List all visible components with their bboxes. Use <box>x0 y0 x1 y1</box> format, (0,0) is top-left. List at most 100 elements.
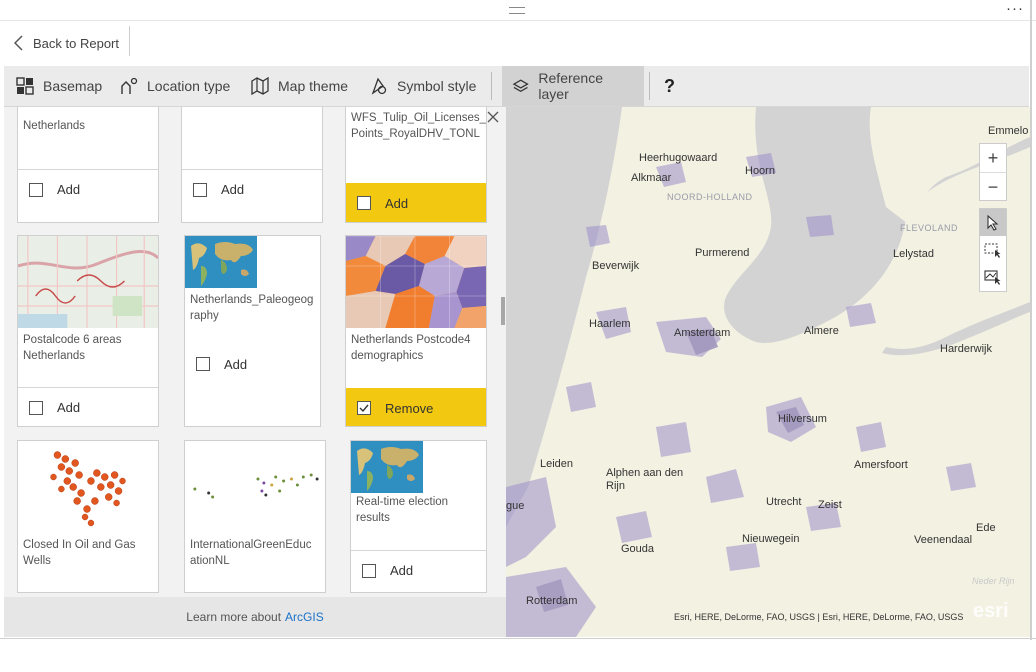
window-edge <box>1030 0 1032 640</box>
map-label-utrecht: Utrecht <box>766 496 802 508</box>
report-nav-bar: Back to Report <box>0 21 1036 65</box>
add-layer-toggle[interactable]: Add <box>182 169 322 209</box>
toolbar-divider <box>649 72 650 100</box>
layer-select-icon <box>984 269 1001 285</box>
map-label-almere: Almere <box>804 325 839 337</box>
map-label-purmerend: Purmerend <box>695 247 750 259</box>
map-label-hoorn: Hoorn <box>745 165 775 177</box>
map-label-hilversum: Hilversum <box>778 413 827 425</box>
layer-title: Netherlands_Paleogeog raphy <box>190 294 314 322</box>
action-label: Add <box>57 400 81 415</box>
action-label: Add <box>57 182 81 197</box>
close-panel-button[interactable] <box>486 110 500 129</box>
checkbox[interactable] <box>29 400 43 415</box>
reference-layer-label: Reference layer <box>538 70 603 102</box>
location-type-button[interactable]: Location type <box>120 66 230 106</box>
arcgis-link[interactable]: ArcGIS <box>285 610 324 624</box>
map-label-flevoland: FLEVOLAND <box>900 223 959 233</box>
layer-title: Netherlands Postcode4 demographics <box>351 334 471 362</box>
map-label-leiden: Leiden <box>540 458 574 470</box>
map-label-lelystad: Lelystad <box>893 248 934 260</box>
action-label: Add <box>385 195 409 211</box>
basemap-button[interactable]: Basemap <box>16 66 102 106</box>
footer-text: Learn more about <box>186 610 282 624</box>
pointer-select-button[interactable] <box>980 209 1006 236</box>
map-theme-label: Map theme <box>278 78 349 94</box>
map-theme-button[interactable]: Map theme <box>251 66 348 106</box>
map-label-heerhugowaard: Heerhugowaard <box>639 152 718 164</box>
checkbox[interactable] <box>193 182 207 197</box>
reference-layer-select-button[interactable] <box>980 263 1006 290</box>
green-education-thumbnail <box>185 441 325 533</box>
map-label-rotterdam: Rotterdam <box>526 595 578 607</box>
close-icon <box>487 111 499 123</box>
map-label-partial: gue <box>506 500 525 512</box>
postalcode-thumbnail <box>18 236 158 328</box>
layer-card[interactable]: Netherlands Add <box>17 107 159 223</box>
selection-tools <box>979 208 1007 292</box>
checkbox[interactable] <box>357 196 371 210</box>
remove-layer-toggle[interactable]: Remove <box>346 388 486 426</box>
map-label-alphen: Alphen aan den Rijn <box>606 467 684 492</box>
rectangle-select-button[interactable] <box>980 236 1006 263</box>
map-label-veenendaal: Veenendaal <box>914 534 973 546</box>
layer-card[interactable]: Closed In Oil and Gas Wells <box>17 440 159 593</box>
zoom-in-button[interactable]: + <box>980 144 1006 173</box>
divider <box>129 26 130 56</box>
checkbox[interactable] <box>29 182 43 197</box>
panel-scrollbar[interactable] <box>501 297 505 325</box>
layer-card[interactable]: Netherlands Postcode4 demographics Remov… <box>345 235 487 427</box>
layer-title: Postalcode 6 areas Netherlands <box>23 334 122 362</box>
action-label: Add <box>390 563 414 578</box>
action-label: Add <box>224 356 248 372</box>
symbol-style-icon <box>371 77 387 95</box>
world-map-thumbnail <box>351 441 423 493</box>
symbol-style-label: Symbol style <box>397 78 477 94</box>
checkbox[interactable] <box>196 357 210 371</box>
reference-layer-button[interactable]: Reference layer <box>502 66 644 106</box>
back-to-report-button[interactable]: Back to Report <box>14 31 119 55</box>
reference-layer-icon <box>512 79 529 93</box>
help-button[interactable]: ? <box>664 66 675 106</box>
map-attribution: Esri, HERE, DeLorme, FAO, USGS | Esri, H… <box>674 612 964 622</box>
drag-handle[interactable] <box>509 7 525 14</box>
layer-card[interactable]: Postalcode 6 areas Netherlands Add <box>17 235 159 427</box>
layer-card[interactable]: Real-time election results Add <box>350 440 487 593</box>
layer-title: Closed In Oil and Gas Wells <box>23 539 136 567</box>
map-label-zeist: Zeist <box>818 499 842 511</box>
map-label-alkmaar: Alkmaar <box>631 172 672 184</box>
add-layer-toggle[interactable]: Add <box>346 183 486 222</box>
action-label: Remove <box>385 400 434 416</box>
symbol-style-button[interactable]: Symbol style <box>370 66 476 106</box>
map-label-gouda: Gouda <box>621 543 655 555</box>
map-label-amsterdam: Amsterdam <box>674 327 731 339</box>
map-label-amersfoort: Amersfoort <box>854 459 908 471</box>
demographics-thumbnail <box>346 236 486 328</box>
reference-layer-panel: Netherlands Add Add WFS_Tulip_Oil_Licens… <box>4 107 506 637</box>
window-title-bar: ··· <box>0 0 1036 21</box>
add-layer-toggle[interactable]: Add <box>351 550 486 590</box>
add-layer-toggle[interactable]: Add <box>18 169 158 209</box>
more-options-icon[interactable]: ··· <box>1006 0 1024 17</box>
layer-card[interactable]: Add <box>181 107 323 223</box>
chevron-left-icon <box>14 35 23 51</box>
layer-card[interactable]: InternationalGreenEduc ationNL <box>184 440 326 593</box>
map-theme-icon <box>251 77 269 95</box>
checkmark-icon <box>359 404 369 413</box>
location-type-label: Location type <box>147 78 231 94</box>
map-label-harderwijk: Harderwijk <box>940 343 992 355</box>
action-label: Add <box>221 182 245 197</box>
map-view[interactable]: Heerhugowaard Hoorn Alkmaar NOORD-HOLLAN… <box>506 107 1030 637</box>
checkbox[interactable] <box>362 563 376 578</box>
layer-card[interactable]: WFS_Tulip_Oil_Licenses_ Points_RoyalDHV_… <box>345 107 487 223</box>
layer-title: InternationalGreenEduc ationNL <box>190 539 312 567</box>
panel-footer: Learn more about ArcGIS <box>4 597 506 637</box>
checkbox-checked[interactable] <box>357 401 371 415</box>
window-bottom-edge <box>0 638 1036 639</box>
location-type-icon <box>121 77 138 94</box>
zoom-out-button[interactable]: − <box>980 173 1006 201</box>
add-layer-toggle[interactable]: Add <box>185 344 320 384</box>
layer-card[interactable]: Netherlands_Paleogeog raphy Add <box>184 235 321 427</box>
basemap-icon <box>16 77 34 95</box>
add-layer-toggle[interactable]: Add <box>18 387 158 426</box>
